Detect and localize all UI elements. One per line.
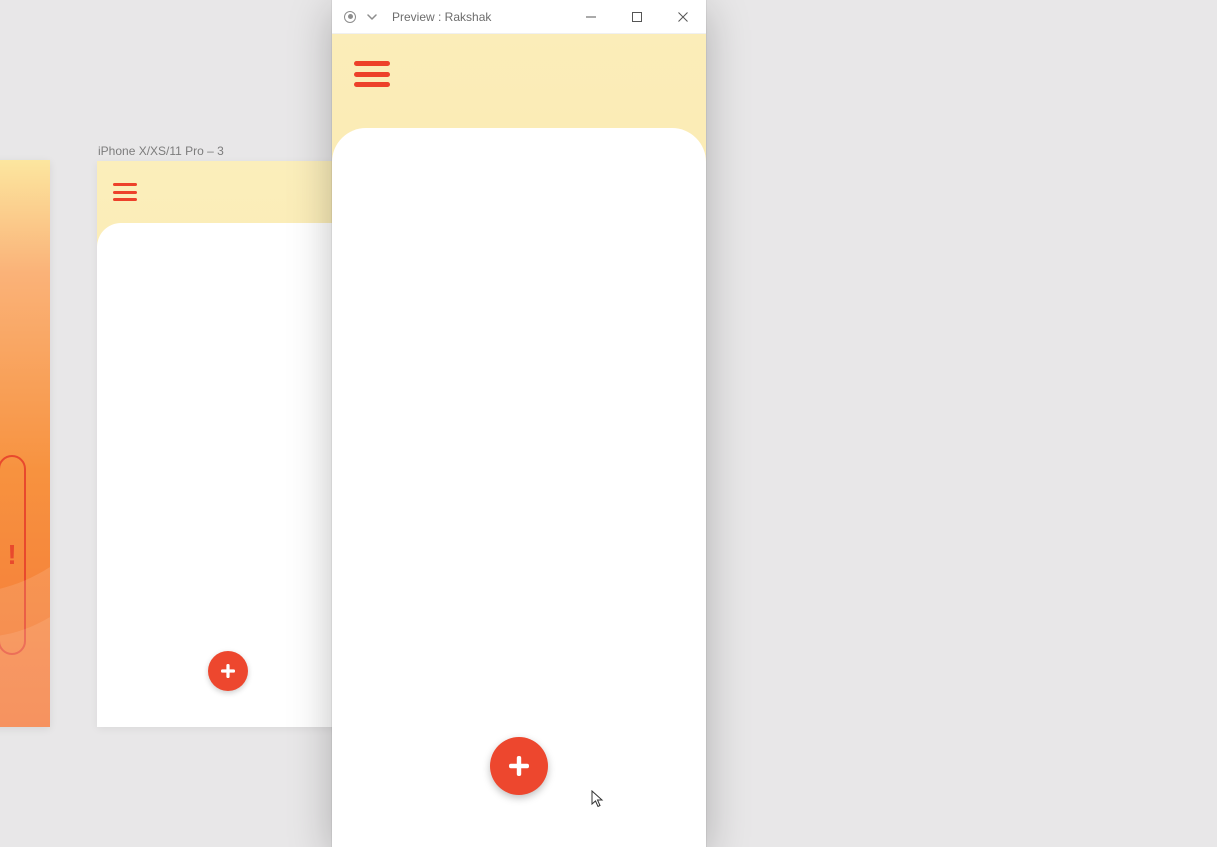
add-button[interactable] — [490, 737, 548, 795]
artboard-label[interactable]: iPhone X/XS/11 Pro – 3 — [98, 144, 224, 158]
chevron-down-icon — [367, 14, 377, 20]
window-controls — [568, 0, 706, 34]
titlebar-left-controls: Preview : Rakshak — [344, 10, 491, 24]
close-button[interactable] — [660, 0, 706, 34]
minimize-icon — [586, 12, 596, 22]
artboard-dropdown[interactable] — [366, 11, 378, 23]
home-artboard-icon[interactable] — [344, 11, 356, 23]
close-icon — [678, 12, 688, 22]
plus-icon — [506, 753, 532, 779]
preview-body[interactable] — [332, 34, 706, 847]
artboard-iphone-3[interactable] — [97, 161, 359, 727]
preview-window: Preview : Rakshak — [332, 0, 706, 847]
preview-title: Preview : Rakshak — [392, 10, 491, 24]
minimize-button[interactable] — [568, 0, 614, 34]
maximize-icon — [632, 12, 642, 22]
menu-icon[interactable] — [113, 183, 137, 201]
menu-icon[interactable] — [354, 61, 390, 87]
preview-titlebar[interactable]: Preview : Rakshak — [332, 0, 706, 34]
splash-wave-shape — [0, 527, 50, 727]
maximize-button[interactable] — [614, 0, 660, 34]
plus-icon — [219, 662, 237, 680]
artboard-splash-partial[interactable]: ! — [0, 160, 50, 727]
add-button[interactable] — [208, 651, 248, 691]
